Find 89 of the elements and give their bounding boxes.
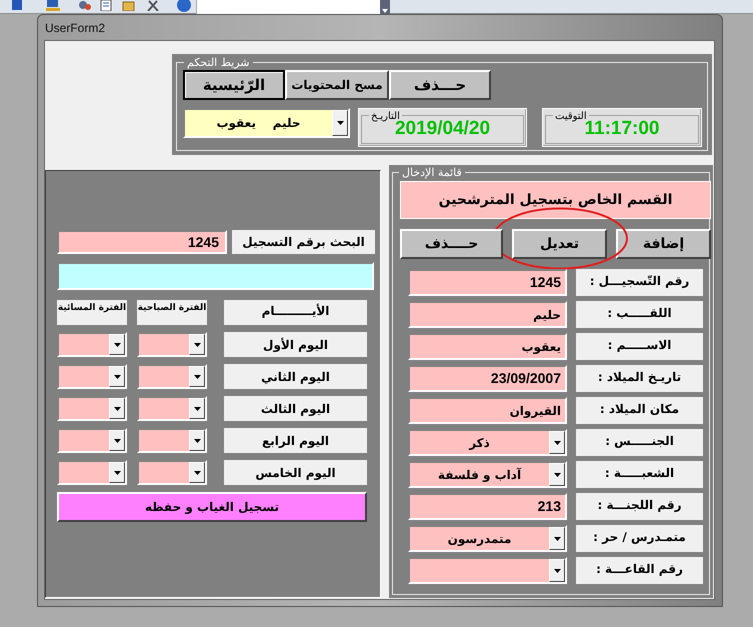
combo-box[interactable] [57, 332, 127, 357]
column-header: الأيـــــــــام [224, 300, 367, 325]
result-field[interactable] [57, 262, 374, 290]
box-icon[interactable] [122, 0, 135, 11]
combo-box[interactable]: متمدرسون [408, 525, 567, 552]
input-field[interactable]: 1245 [408, 269, 567, 296]
caret-icon [554, 536, 560, 540]
panel-legend: قائمة الإدخال [399, 165, 465, 182]
caret-icon [114, 438, 120, 442]
day-label: اليوم الأول [224, 332, 367, 357]
field-label: الشعبـــــة : [576, 461, 703, 488]
combo-box[interactable] [137, 396, 207, 421]
column-header: الفترة الصباحية [137, 300, 207, 325]
caret-icon [114, 470, 120, 474]
day-label: اليوم الثالث [224, 396, 367, 421]
document-icon[interactable] [100, 0, 112, 11]
dropdown-button[interactable] [109, 366, 125, 387]
day-label: اليوم الرابع [224, 428, 367, 453]
caret-icon [114, 406, 120, 410]
day-label: اليوم الخامس [224, 460, 367, 485]
caret-icon [194, 470, 200, 474]
input-field[interactable]: حليم [408, 301, 567, 328]
caret-icon [554, 568, 560, 572]
combo-box[interactable] [137, 428, 207, 453]
toolbar-button[interactable]: مسح المحتويات [285, 70, 389, 100]
dropdown-button[interactable] [109, 398, 125, 419]
toolbar-button[interactable]: الرّئيسية [183, 70, 285, 100]
toolbar-button[interactable]: حـــذف [389, 70, 491, 100]
form-button[interactable]: إضافة [616, 229, 711, 259]
combo-box[interactable]: حليم يعقوب [183, 108, 350, 138]
combo-box[interactable] [137, 332, 207, 357]
caret-icon [554, 440, 560, 444]
search-field[interactable]: 1245 [57, 230, 227, 254]
dropdown-button[interactable] [549, 463, 565, 486]
field-label: تاريـخ الميلاد : [576, 365, 703, 392]
combo-box[interactable] [137, 460, 207, 485]
column-header: الفترة المسائية [57, 300, 127, 325]
field-label: اللقـــــب : [576, 301, 703, 328]
dropdown-button[interactable] [549, 527, 565, 550]
field-label: مكان الميلاد : [576, 397, 703, 424]
caret-icon [194, 438, 200, 442]
combo-box[interactable] [57, 460, 127, 485]
dropdown-button[interactable] [189, 430, 205, 451]
field-label: الاســـــم : [576, 333, 703, 360]
dropdown-button[interactable] [549, 431, 565, 454]
toolbar-dropdown-button[interactable] [380, 0, 390, 14]
combo-value: آداب و فلسفة [438, 466, 522, 484]
caret-icon [194, 406, 200, 410]
combo-box[interactable]: آداب و فلسفة [408, 461, 567, 488]
caret-icon [114, 342, 120, 346]
combo-value: متمدرسون [448, 530, 512, 548]
save-button[interactable]: تسجيل الغياب و حفظه [57, 492, 367, 522]
toolbar-field[interactable] [196, 0, 380, 14]
field-label: رقم اللجنـــة : [576, 493, 703, 520]
section-heading: القسم الخاص بتسجيل المترشحين [400, 181, 711, 219]
form-button[interactable]: حــــذف [400, 229, 503, 259]
input-field[interactable]: 213 [408, 493, 567, 520]
search-label: البحث برقم التسجيل [232, 230, 375, 254]
combo-box[interactable] [137, 364, 207, 389]
field-label: متمـدرس / حر : [576, 525, 703, 552]
dropdown-button[interactable] [109, 462, 125, 483]
input-field[interactable]: 23/09/2007 [408, 365, 567, 392]
input-field[interactable]: القيروان [408, 397, 567, 424]
dropdown-button[interactable] [109, 430, 125, 451]
dropdown-button[interactable] [189, 398, 205, 419]
window-title: UserForm2 [45, 20, 106, 36]
dropdown-button[interactable] [332, 110, 348, 136]
caret-icon [336, 121, 344, 125]
combo-value: حليم يعقوب [216, 115, 301, 132]
dropdown-button[interactable] [189, 334, 205, 355]
field-label: رقم القاعـــة : [576, 557, 703, 584]
field-label: الجنـــــس : [576, 429, 703, 456]
caret-icon [194, 374, 200, 378]
field-label: رقم التّسجيـــل : [576, 269, 703, 296]
caret-icon [114, 374, 120, 378]
caret-icon [554, 472, 560, 476]
combo-box[interactable]: ذكر [408, 429, 567, 456]
form-button[interactable]: تعديل [512, 229, 607, 259]
dropdown-button[interactable] [189, 366, 205, 387]
combo-box[interactable] [57, 428, 127, 453]
combo-value: ذكر [469, 434, 490, 452]
combo-box[interactable] [57, 396, 127, 421]
input-field[interactable]: يعقوب [408, 333, 567, 360]
dropdown-button[interactable] [189, 462, 205, 483]
combo-box[interactable] [57, 364, 127, 389]
dropdown-button[interactable] [549, 559, 565, 582]
day-label: اليوم الثاني [224, 364, 367, 389]
caret-icon [194, 342, 200, 346]
dropdown-button[interactable] [109, 334, 125, 355]
